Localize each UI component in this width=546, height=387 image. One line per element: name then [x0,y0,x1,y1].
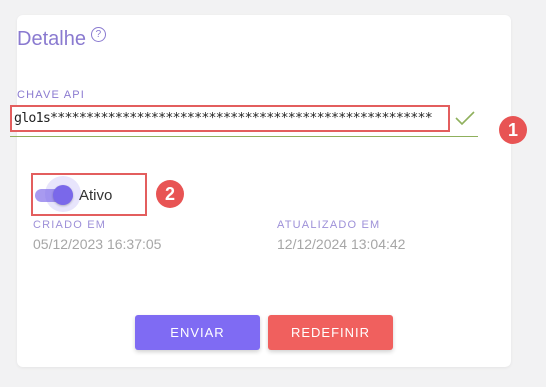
api-key-input[interactable] [10,105,450,132]
check-icon [455,111,475,126]
created-label: CRIADO EM [33,219,107,231]
api-key-field [10,104,478,137]
created-value: 05/12/2023 16:37:05 [33,236,162,252]
updated-value: 12/12/2024 13:04:42 [277,236,406,252]
updated-label: ATUALIZADO EM [277,219,381,231]
reset-button[interactable]: REDEFINIR [268,315,393,350]
send-button[interactable]: ENVIAR [135,315,260,350]
api-key-label: CHAVE API [17,89,86,101]
help-icon[interactable]: ? [90,27,106,42]
page-title: Detalhe [17,28,86,50]
active-toggle-knob[interactable] [53,185,73,205]
active-toggle-label[interactable]: Ativo [79,187,112,204]
title-row: Detalhe ? [17,27,106,51]
annotation-marker-1: 1 [499,116,527,144]
annotation-marker-2: 2 [156,180,184,208]
